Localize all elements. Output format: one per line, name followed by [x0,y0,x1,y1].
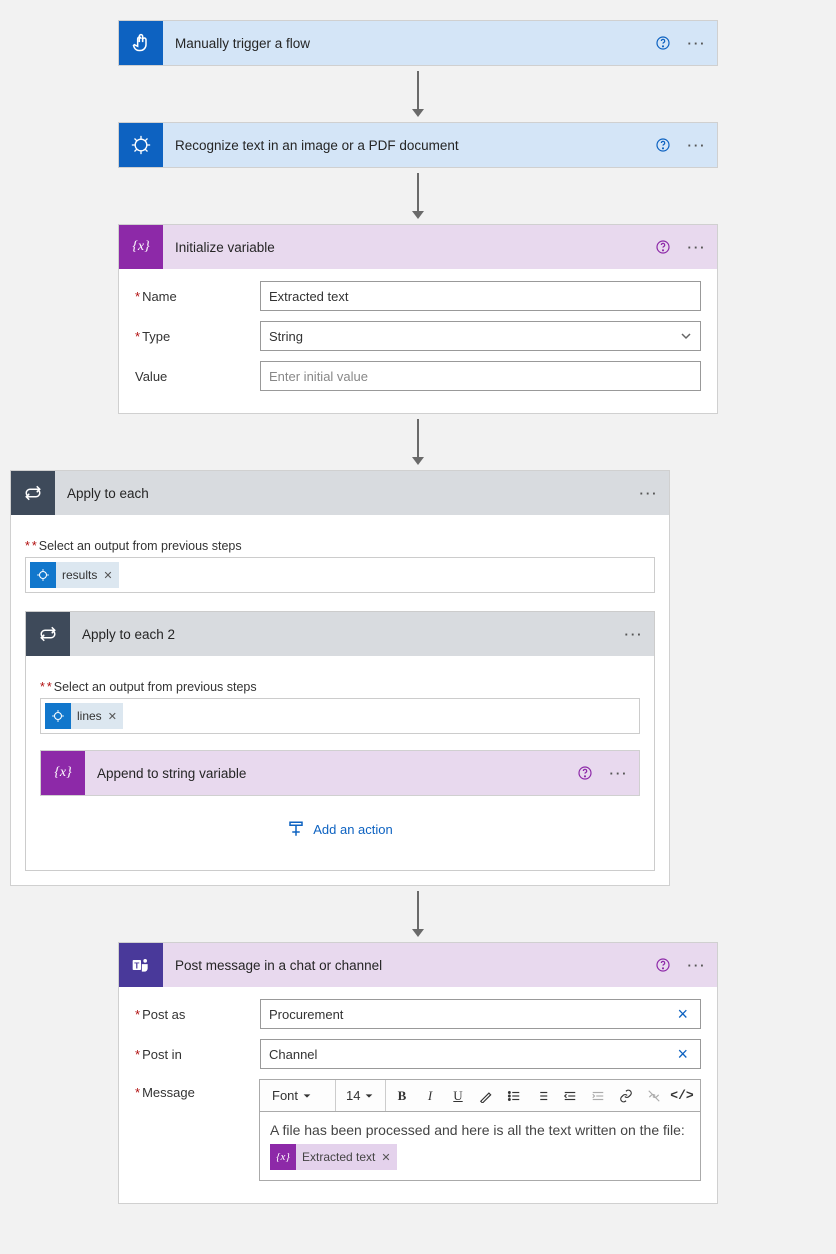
more-menu[interactable]: ··· [677,131,717,159]
select-output-label: *Select an output from previous steps [25,539,655,553]
teams-icon: T [119,943,163,987]
step-title: Apply to each [55,486,629,501]
step-header[interactable]: Apply to each ··· [11,471,669,515]
type-label: Type [135,329,260,344]
message-editor[interactable]: A file has been processed and here is al… [259,1111,701,1181]
add-action-icon [287,820,305,838]
step-post-message: T Post message in a chat or channel ··· … [118,942,718,1204]
output-token-input[interactable]: results ✕ [25,557,655,593]
message-text: A file has been processed and here is al… [270,1122,690,1138]
more-menu[interactable]: ··· [677,233,717,261]
type-select[interactable]: String [260,321,701,351]
link-button[interactable] [614,1084,638,1108]
step-header[interactable]: {x} Initialize variable ··· [119,225,717,269]
more-menu[interactable]: ··· [677,29,717,57]
flow-arrow [0,66,836,122]
step-title: Initialize variable [163,240,649,255]
step-append-to-string[interactable]: {x} Append to string variable ··· [40,750,640,796]
name-label: Name [135,289,260,304]
token-results: results ✕ [30,562,119,588]
postas-select[interactable]: Procurement × [260,999,701,1029]
select-output-label: *Select an output from previous steps [40,680,640,694]
variable-icon: {x} [119,225,163,269]
bold-button[interactable]: B [390,1084,414,1108]
help-icon[interactable] [571,759,599,787]
step-manually-trigger[interactable]: Manually trigger a flow ··· [118,20,718,66]
step-apply-to-each-2: Apply to each 2 ··· *Select an output fr… [25,611,655,871]
help-icon[interactable] [649,29,677,57]
flow-arrow [0,886,836,942]
help-icon[interactable] [649,951,677,979]
value-label: Value [135,369,260,384]
indent-button[interactable] [586,1084,610,1108]
color-button[interactable] [474,1084,498,1108]
loop-icon [11,471,55,515]
step-apply-to-each: Apply to each ··· *Select an output from… [10,470,670,886]
output-token-input[interactable]: lines ✕ [40,698,640,734]
finger-tap-icon [119,21,163,65]
step-header[interactable]: Apply to each 2 ··· [26,612,654,656]
step-initialize-variable: {x} Initialize variable ··· Name Extract… [118,224,718,414]
underline-button[interactable]: U [446,1084,470,1108]
chevron-down-icon [680,330,692,342]
rich-text-toolbar: Font 14 B I U </> [259,1079,701,1111]
variable-icon: {x} [41,751,85,795]
clear-icon[interactable]: × [673,1044,692,1065]
token-extracted-text: {x} Extracted text ✕ [270,1144,397,1170]
italic-button[interactable]: I [418,1084,442,1108]
help-icon[interactable] [649,233,677,261]
more-menu[interactable]: ··· [599,759,639,787]
remove-token-icon[interactable]: ✕ [103,569,112,582]
postin-label: Post in [135,1047,260,1062]
more-menu[interactable]: ··· [614,620,654,648]
step-title: Append to string variable [85,766,571,781]
numbering-button[interactable] [530,1084,554,1108]
unlink-button[interactable] [642,1084,666,1108]
flow-arrow [0,414,836,470]
step-recognize-text[interactable]: Recognize text in an image or a PDF docu… [118,122,718,168]
token-lines: lines ✕ [45,703,123,729]
step-title: Recognize text in an image or a PDF docu… [163,138,649,153]
clear-icon[interactable]: × [673,1004,692,1025]
outdent-button[interactable] [558,1084,582,1108]
variable-icon: {x} [270,1144,296,1170]
postas-label: Post as [135,1007,260,1022]
flow-arrow [0,168,836,224]
add-action-button[interactable]: Add an action [40,820,640,838]
loop-icon [26,612,70,656]
step-title: Post message in a chat or channel [163,958,649,973]
size-select[interactable]: 14 [340,1080,386,1111]
ai-builder-icon [119,123,163,167]
postin-select[interactable]: Channel × [260,1039,701,1069]
font-select[interactable]: Font [266,1080,336,1111]
svg-text:T: T [134,960,139,970]
bullets-button[interactable] [502,1084,526,1108]
name-input[interactable]: Extracted text [260,281,701,311]
message-label: Message [135,1079,259,1100]
value-input[interactable]: Enter initial value [260,361,701,391]
ai-builder-icon [45,703,71,729]
code-view-button[interactable]: </> [670,1084,694,1108]
remove-token-icon[interactable]: ✕ [108,710,117,723]
more-menu[interactable]: ··· [677,951,717,979]
ai-builder-icon [30,562,56,588]
step-title: Apply to each 2 [70,627,614,642]
remove-token-icon[interactable]: ✕ [381,1151,390,1164]
help-icon[interactable] [649,131,677,159]
step-title: Manually trigger a flow [163,36,649,51]
more-menu[interactable]: ··· [629,479,669,507]
step-header[interactable]: T Post message in a chat or channel ··· [119,943,717,987]
